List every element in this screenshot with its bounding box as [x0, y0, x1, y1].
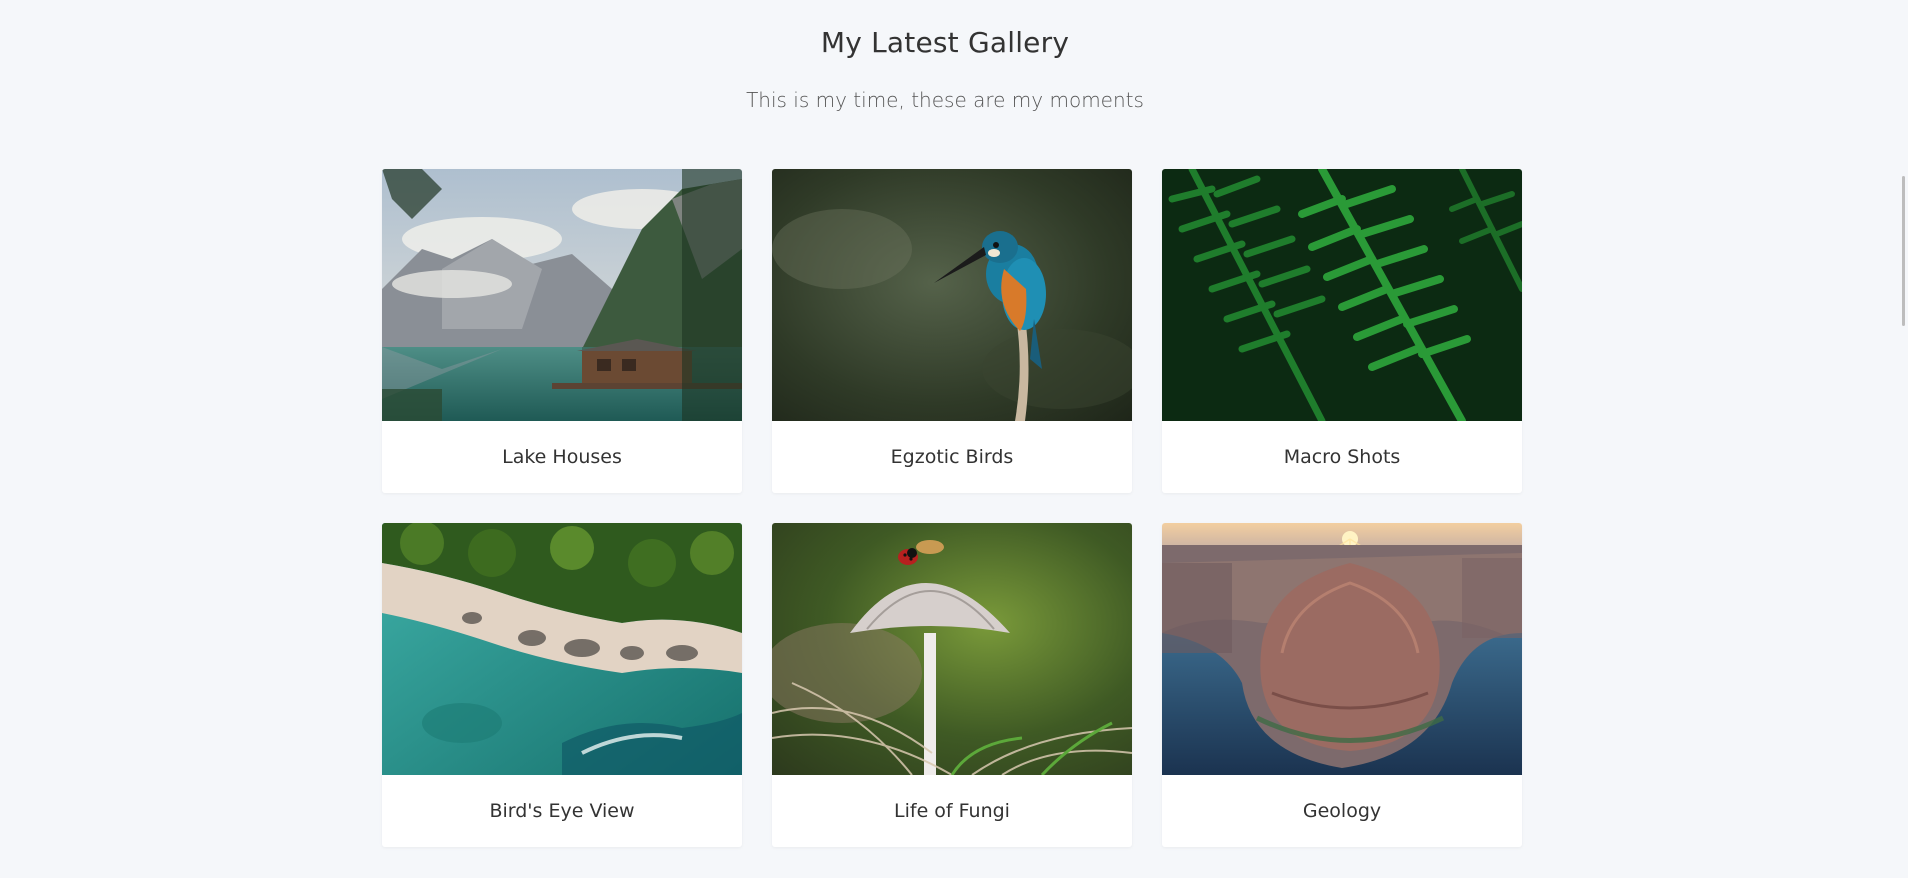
page-subtitle: This is my time, these are my moments — [746, 88, 1144, 112]
scrollbar-thumb[interactable] — [1902, 176, 1905, 326]
card-label[interactable]: Life of Fungi — [772, 775, 1132, 847]
mushroom-image[interactable] — [772, 523, 1132, 775]
canyon-image[interactable] — [1162, 523, 1522, 775]
gallery-card-lake-houses[interactable]: Lake Houses — [382, 169, 742, 493]
card-label[interactable]: Geology — [1162, 775, 1522, 847]
gallery-card-geology[interactable]: Geology — [1162, 523, 1522, 847]
gallery-card-egzotic-birds[interactable]: Egzotic Birds — [772, 169, 1132, 493]
gallery-card-macro-shots[interactable]: Macro Shots — [1162, 169, 1522, 493]
lake-house-image[interactable] — [382, 169, 742, 421]
gallery-grid: Lake Houses Egzotic Birds Macro Shots Bi… — [382, 169, 1523, 847]
card-label[interactable]: Lake Houses — [382, 421, 742, 493]
fern-image[interactable] — [1162, 169, 1522, 421]
gallery-card-birds-eye-view[interactable]: Bird's Eye View — [382, 523, 742, 847]
card-label[interactable]: Egzotic Birds — [772, 421, 1132, 493]
kingfisher-image[interactable] — [772, 169, 1132, 421]
card-label[interactable]: Bird's Eye View — [382, 775, 742, 847]
aerial-coastline-illustration — [382, 523, 742, 775]
page-title: My Latest Gallery — [820, 26, 1070, 59]
mushroom-ladybug-illustration — [772, 523, 1132, 775]
card-label[interactable]: Macro Shots — [1162, 421, 1522, 493]
page-scrollbar[interactable] — [1890, 0, 1908, 878]
lake-house-mountains-illustration — [382, 169, 742, 421]
fern-leaves-illustration — [1162, 169, 1522, 421]
canyon-river-bend-illustration — [1162, 523, 1522, 775]
aerial-coast-image[interactable] — [382, 523, 742, 775]
kingfisher-illustration — [772, 169, 1132, 421]
gallery-card-life-of-fungi[interactable]: Life of Fungi — [772, 523, 1132, 847]
